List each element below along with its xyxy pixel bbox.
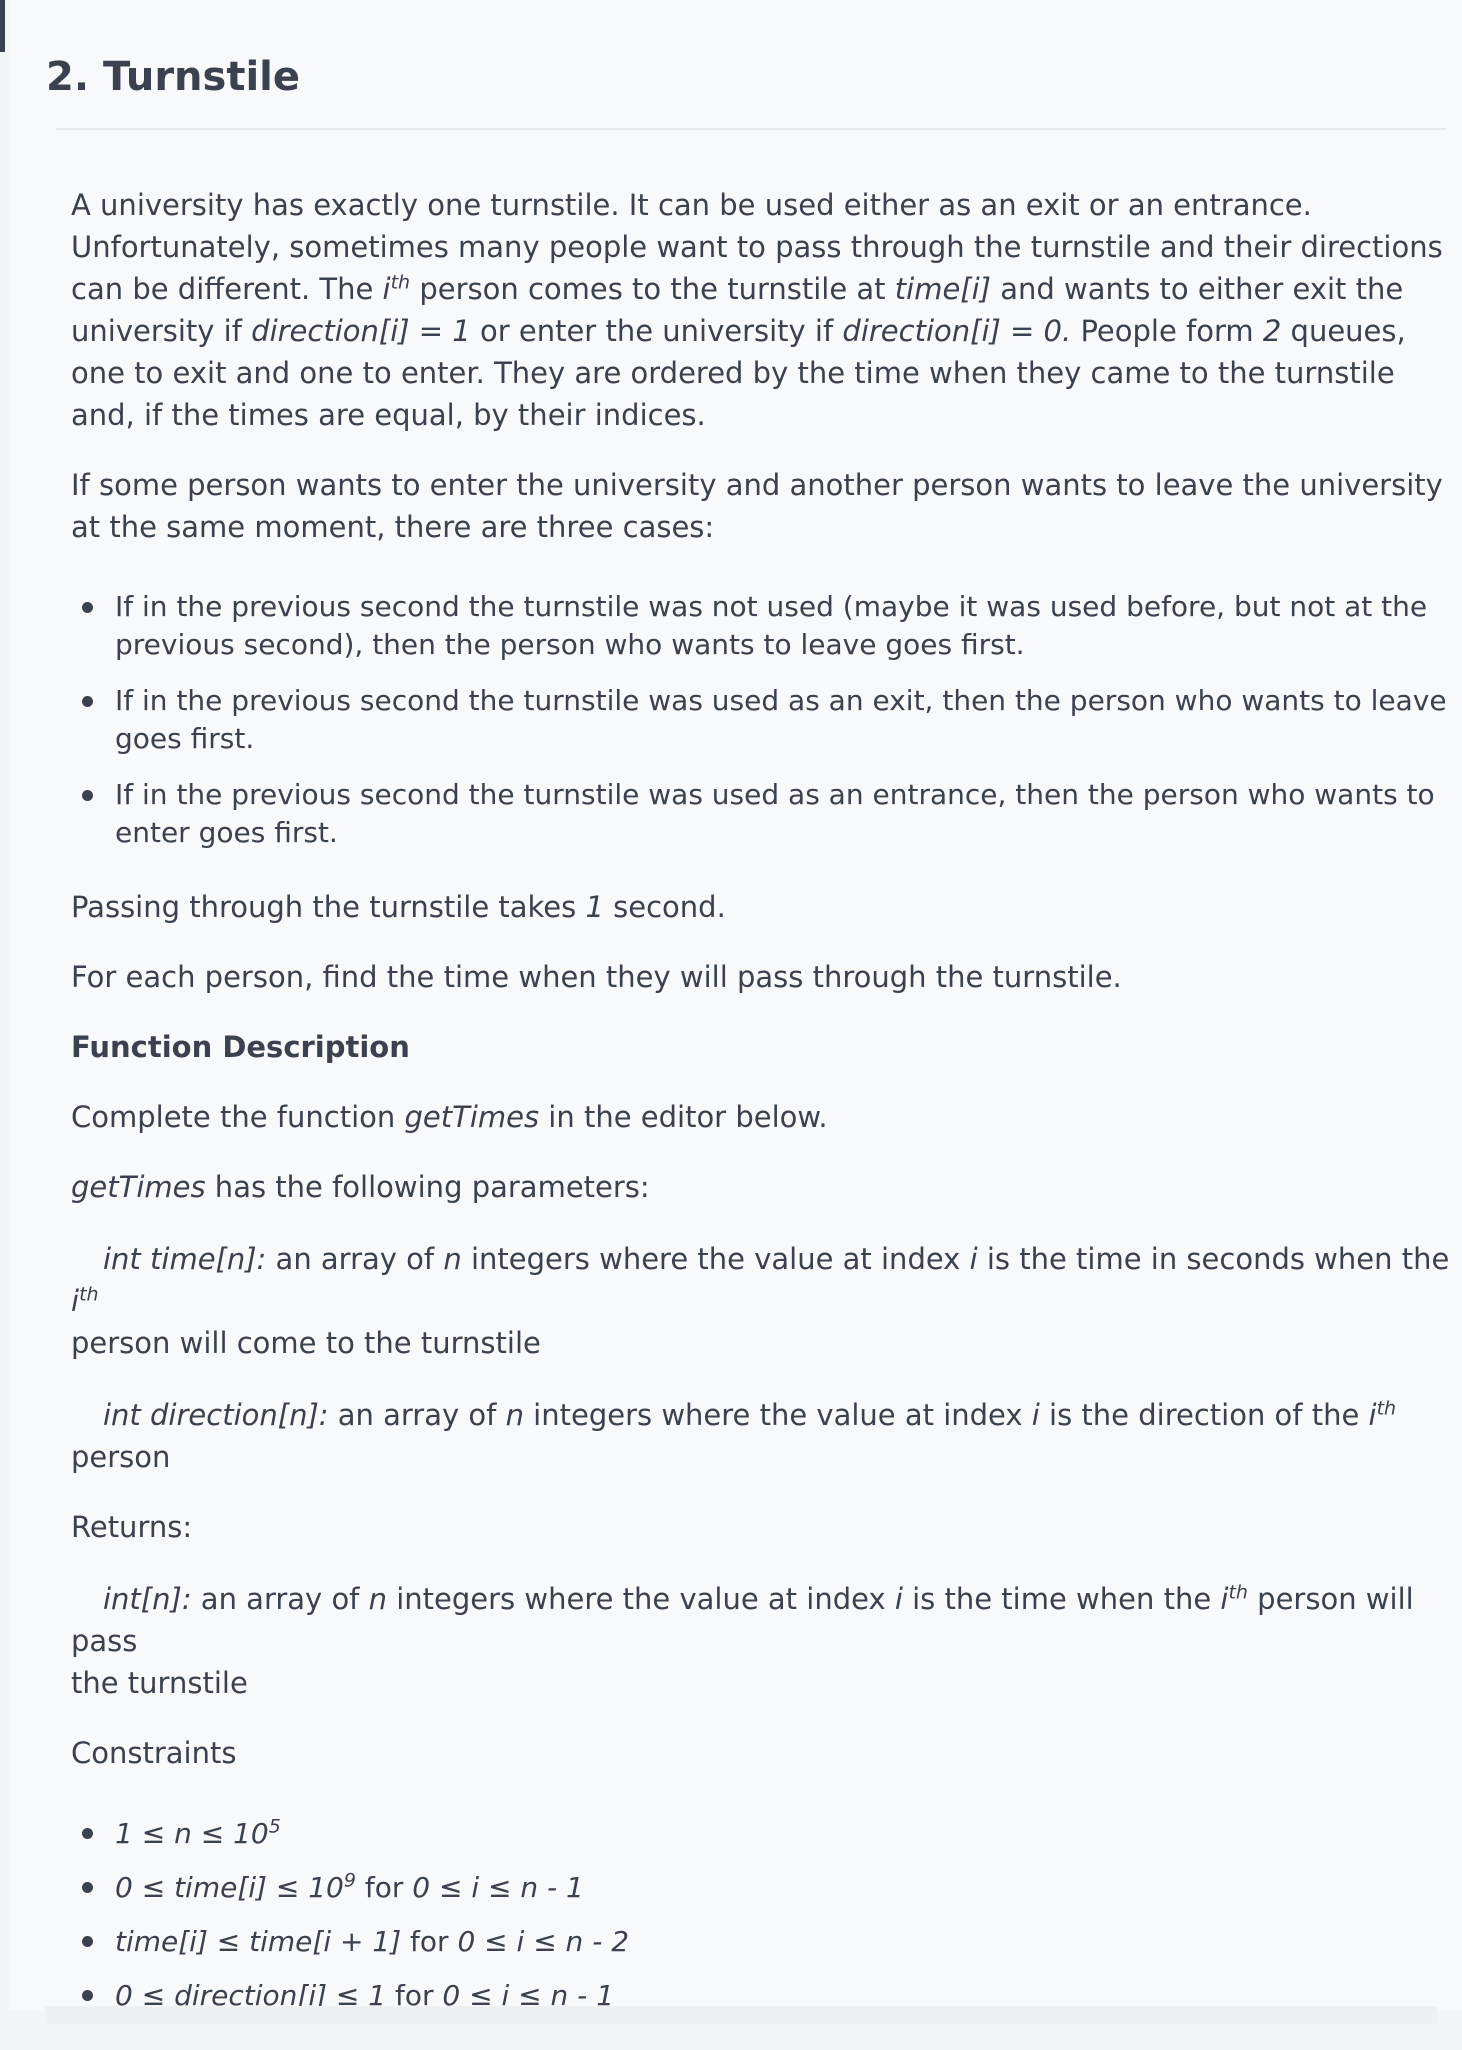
- list-item: 1 ≤ n ≤ 105: [71, 1814, 1456, 1854]
- constraints-label: Constraints: [71, 1736, 237, 1770]
- cases-list: If in the previous second the turnstile …: [71, 588, 1456, 852]
- list-item: If in the previous second the turnstile …: [71, 682, 1456, 758]
- parameters-intro: getTimes has the following parameters:: [71, 1170, 650, 1204]
- list-item: If in the previous second the turnstile …: [71, 588, 1456, 664]
- title-divider: [56, 128, 1446, 130]
- returns-description: int[n]: an array of n integers where the…: [71, 1581, 1414, 1700]
- list-item: 0 ≤ time[i] ≤ 109 for 0 ≤ i ≤ n - 1: [71, 1868, 1456, 1908]
- cases-intro-paragraph: If some person wants to enter the univer…: [71, 468, 1443, 544]
- problem-title: 2. Turnstile: [46, 54, 301, 100]
- left-accent-bar: [0, 0, 5, 52]
- param-time: int time[n]: an array of n integers wher…: [71, 1242, 1450, 1360]
- function-description-heading: Function Description: [71, 1030, 410, 1064]
- constraints-list: 1 ≤ n ≤ 105 0 ≤ time[i] ≤ 109 for 0 ≤ i …: [71, 1814, 1456, 2016]
- task-paragraph: For each person, find the time when they…: [71, 960, 1122, 994]
- bottom-panel-edge: [45, 2006, 1437, 2024]
- list-item: time[i] ≤ time[i + 1] for 0 ≤ i ≤ n - 2: [71, 1922, 1456, 1962]
- returns-label: Returns:: [71, 1510, 193, 1544]
- intro-paragraph: A university has exactly one turnstile. …: [71, 188, 1443, 432]
- param-direction: int direction[n]: an array of n integers…: [71, 1397, 1397, 1474]
- problem-statement: A university has exactly one turnstile. …: [71, 184, 1456, 2050]
- problem-panel: 2. Turnstile A university has exactly on…: [10, 0, 1462, 2012]
- complete-function-paragraph: Complete the function getTimes in the ed…: [71, 1100, 828, 1134]
- passing-time-paragraph: Passing through the turnstile takes 1 se…: [71, 890, 726, 924]
- list-item: If in the previous second the turnstile …: [71, 776, 1456, 852]
